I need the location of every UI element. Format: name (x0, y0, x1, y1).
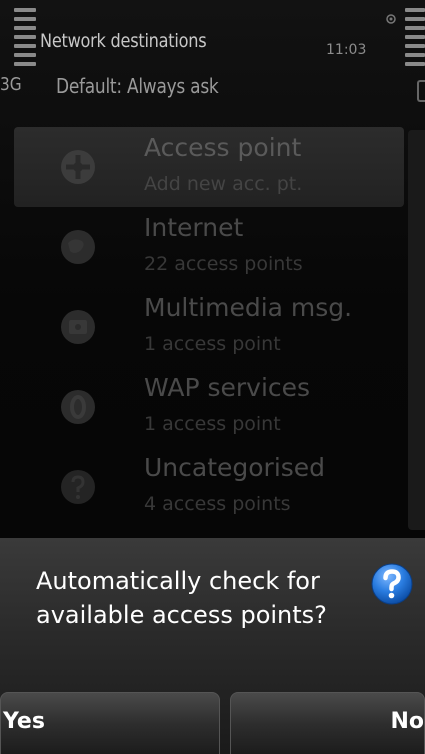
list-item-subtitle: 4 access points (144, 493, 291, 515)
default-connection-label: Default: Always ask (56, 74, 219, 98)
list-item-uncategorised[interactable]: Uncategorised 4 access points (14, 447, 404, 527)
clock: 11:03 (326, 42, 367, 58)
globe-icon (61, 230, 95, 264)
list-item-subtitle: 22 access points (144, 253, 303, 275)
connection-indicator-icon (417, 80, 425, 102)
wap-icon (61, 390, 95, 424)
network-type-indicator: 3G (0, 74, 22, 95)
screen: Network destinations 11:03 3G Default: A… (0, 0, 425, 754)
dialog-message: Automatically check for available access… (36, 567, 327, 629)
list-item-multimedia[interactable]: Multimedia msg. 1 access point (14, 287, 404, 367)
no-button[interactable]: No (230, 692, 425, 754)
list-item-title: Internet (144, 213, 244, 242)
no-button-label: No (390, 709, 424, 734)
list-item-subtitle: 1 access point (144, 413, 281, 435)
list-item-title: WAP services (144, 373, 311, 402)
list-item-title: Uncategorised (144, 453, 326, 482)
destination-list: Access point Add new acc. pt. Internet 2… (14, 127, 404, 527)
list-item-title: Multimedia msg. (144, 293, 353, 322)
question-icon (371, 563, 413, 605)
add-access-point-icon (61, 150, 95, 184)
list-item-wap[interactable]: WAP services 1 access point (14, 367, 404, 447)
yes-button-label: Yes (3, 709, 45, 734)
question-mark-icon (61, 470, 95, 504)
multimedia-message-icon (61, 310, 95, 344)
list-item-subtitle: Add new acc. pt. (144, 173, 303, 195)
list-item-access-point[interactable]: Access point Add new acc. pt. (14, 127, 404, 207)
app-title: Network destinations (40, 30, 207, 52)
yes-button[interactable]: Yes (0, 692, 220, 754)
scrollbar[interactable] (408, 130, 425, 530)
list-item-title: Access point (144, 133, 302, 162)
list-item-subtitle: 1 access point (144, 333, 281, 355)
status-bar: Network destinations 11:03 3G Default: A… (0, 0, 425, 108)
list-item-internet[interactable]: Internet 22 access points (14, 207, 404, 287)
settings-indicator-icon (386, 14, 396, 24)
battery-icon (405, 8, 425, 66)
signal-strength-icon (14, 8, 36, 66)
